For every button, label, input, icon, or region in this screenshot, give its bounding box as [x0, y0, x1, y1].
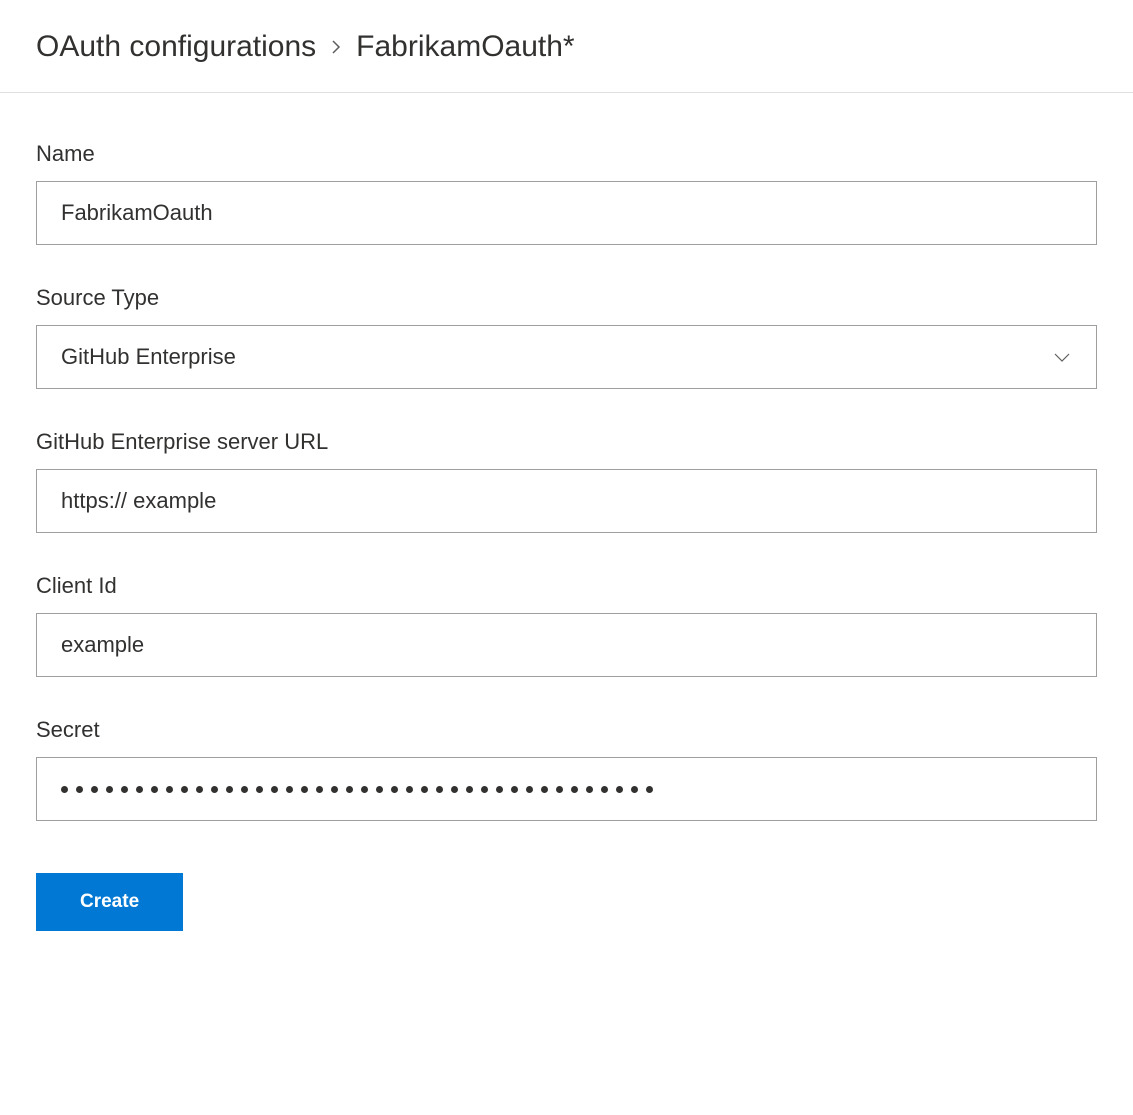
secret-label: Secret	[36, 717, 1097, 743]
chevron-down-icon	[1052, 347, 1072, 367]
breadcrumb-current: FabrikamOauth*	[356, 30, 574, 64]
secret-mask	[61, 786, 653, 793]
breadcrumb-parent[interactable]: OAuth configurations	[36, 30, 316, 64]
source-type-select[interactable]: GitHub Enterprise	[36, 325, 1097, 389]
server-url-input[interactable]	[36, 469, 1097, 533]
source-type-label: Source Type	[36, 285, 1097, 311]
breadcrumb: OAuth configurations FabrikamOauth*	[0, 0, 1133, 93]
server-url-field-group: GitHub Enterprise server URL	[36, 429, 1097, 533]
secret-input[interactable]	[36, 757, 1097, 821]
name-field-group: Name	[36, 141, 1097, 245]
server-url-label: GitHub Enterprise server URL	[36, 429, 1097, 455]
client-id-input[interactable]	[36, 613, 1097, 677]
client-id-label: Client Id	[36, 573, 1097, 599]
create-button[interactable]: Create	[36, 873, 183, 931]
client-id-field-group: Client Id	[36, 573, 1097, 677]
oauth-form: Name Source Type GitHub Enterprise GitHu…	[0, 93, 1133, 931]
name-label: Name	[36, 141, 1097, 167]
chevron-right-icon	[328, 39, 344, 55]
source-type-value: GitHub Enterprise	[61, 344, 236, 370]
secret-field-group: Secret	[36, 717, 1097, 821]
name-input[interactable]	[36, 181, 1097, 245]
source-type-field-group: Source Type GitHub Enterprise	[36, 285, 1097, 389]
